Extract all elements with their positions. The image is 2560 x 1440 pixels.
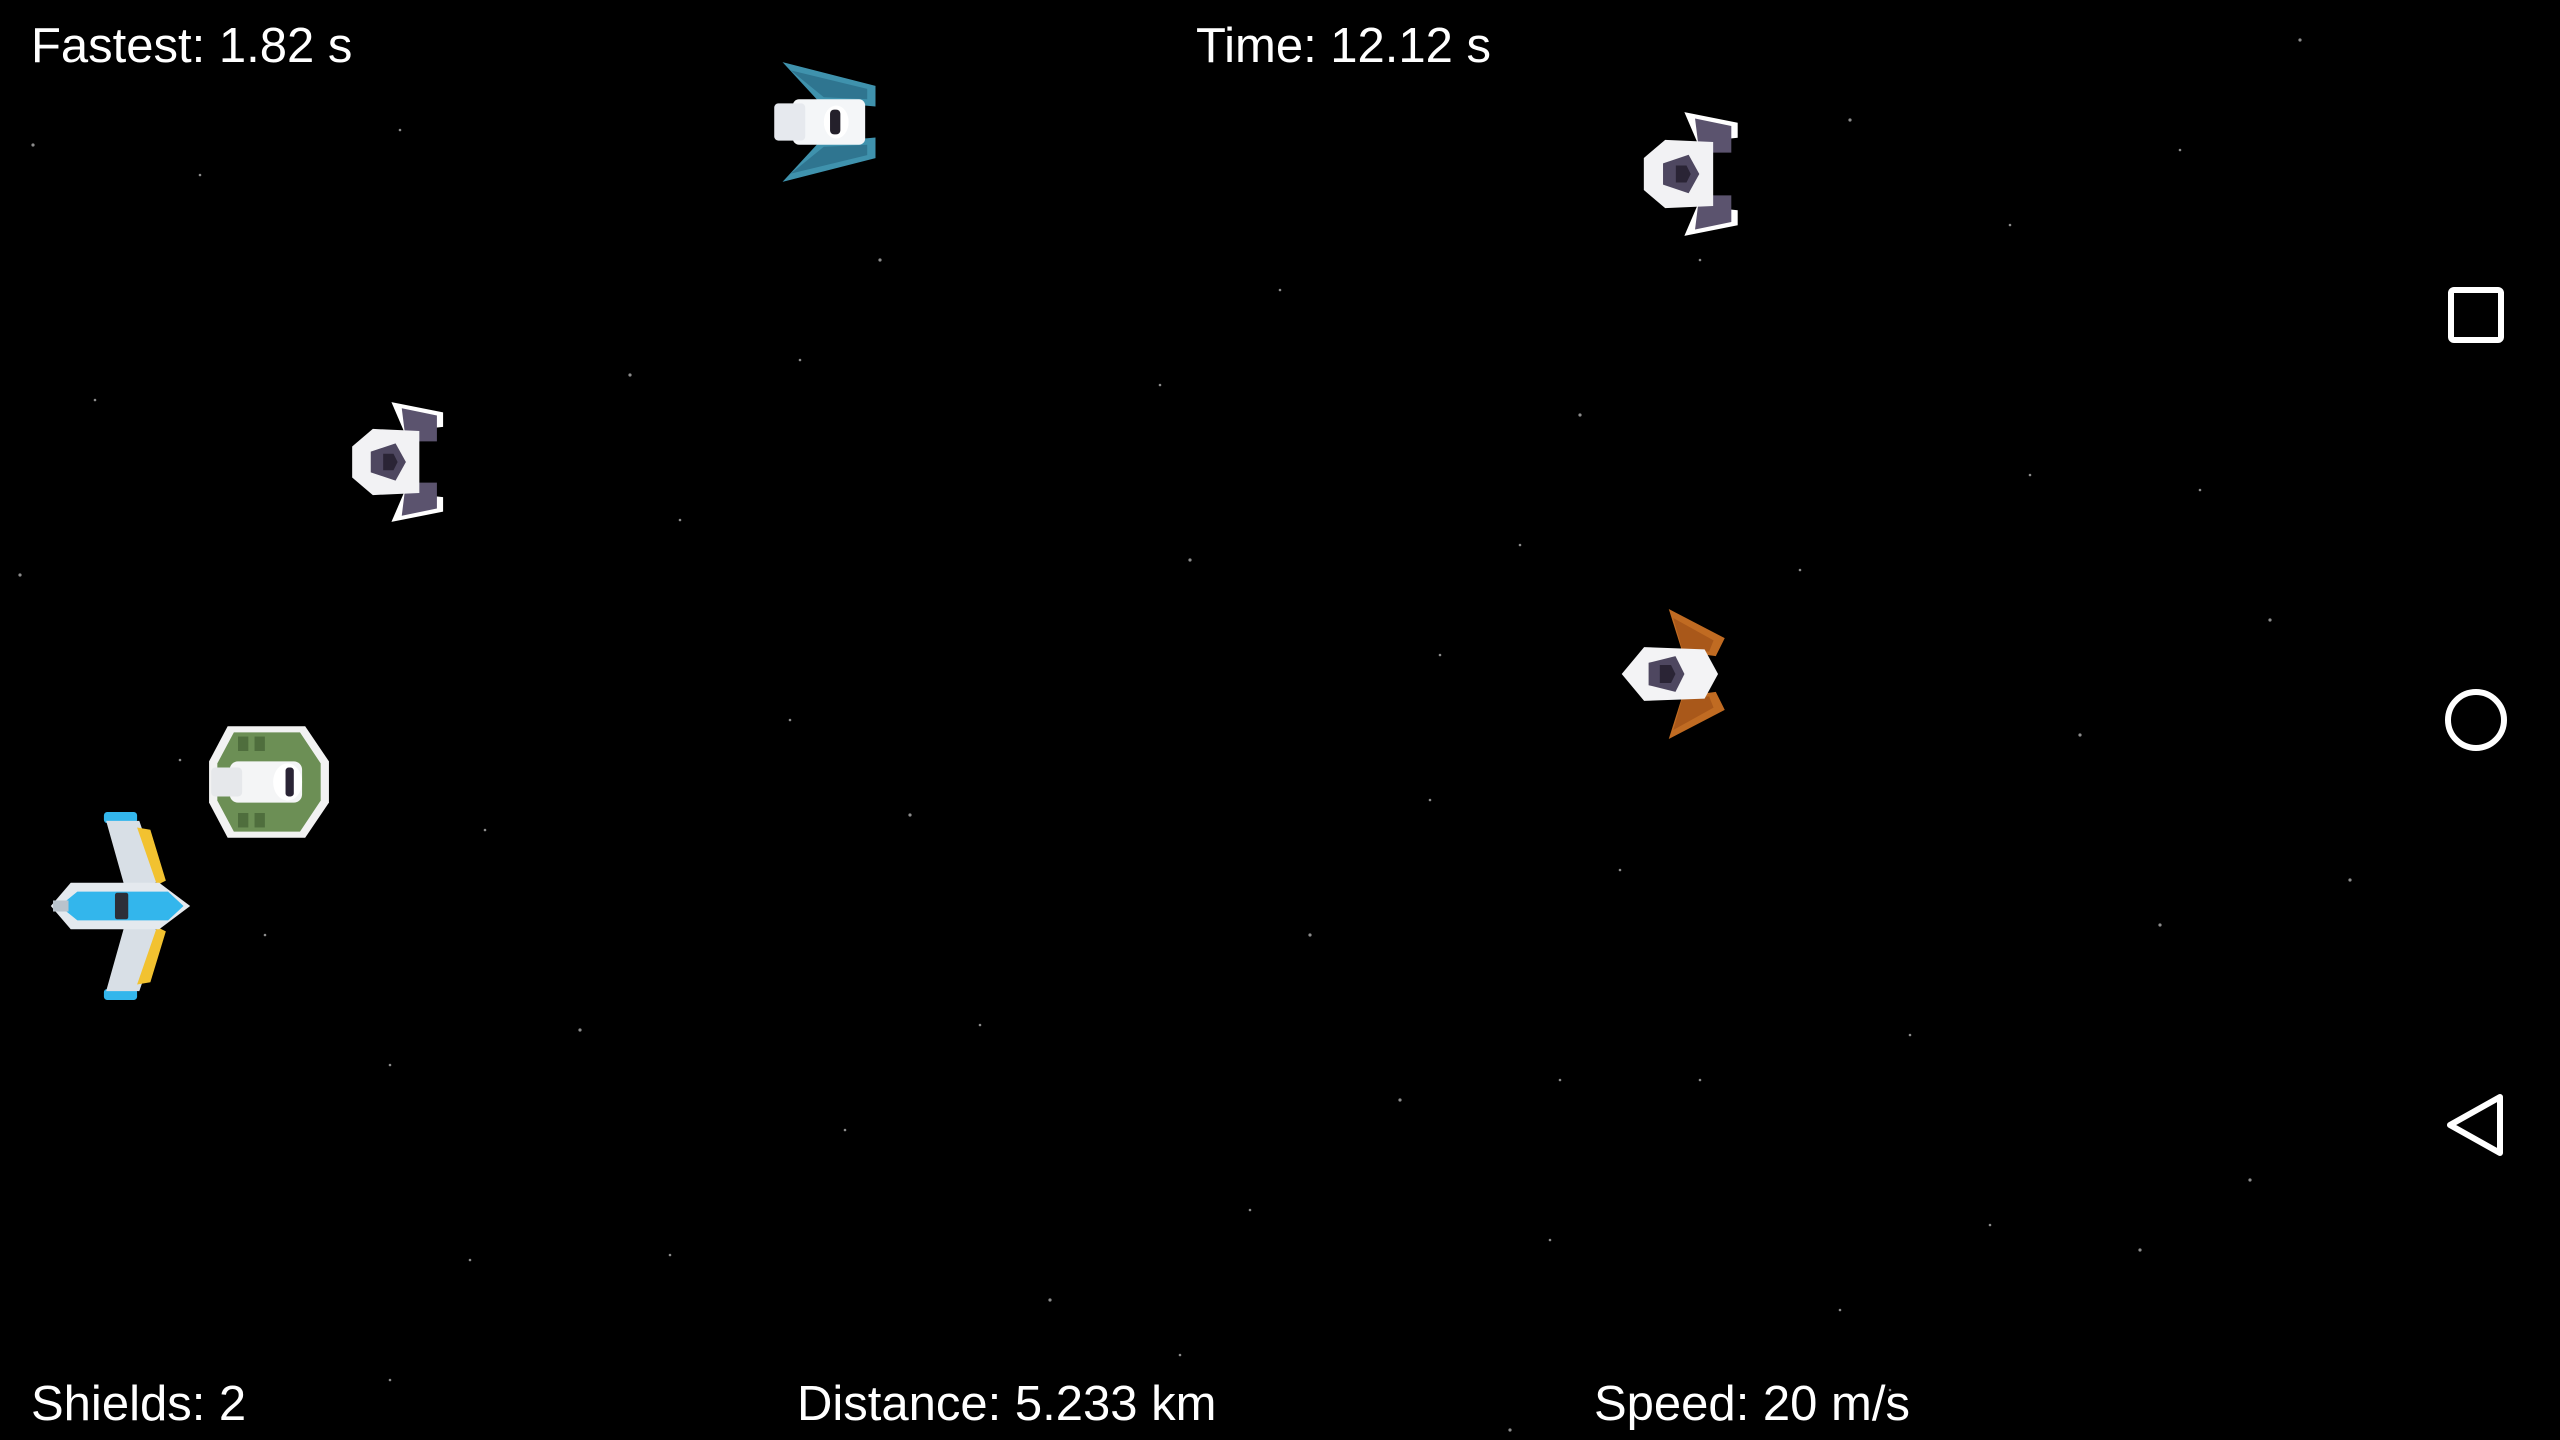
game-screen[interactable]: Fastest: 1.82 s Time: 12.12 s Shields: 2… xyxy=(0,0,2560,1440)
enemy-ship-icon xyxy=(1621,609,1725,739)
enemy-ship-icon xyxy=(352,402,444,522)
triangle-back-icon[interactable] xyxy=(2436,1085,2516,1165)
elapsed-time-label: Time: 12.12 s xyxy=(1196,19,1492,73)
enemy-ship-icon xyxy=(774,62,876,182)
square-icon[interactable] xyxy=(2436,275,2516,355)
enemy-ship-icon xyxy=(1643,112,1738,236)
fastest-time-label: Fastest: 1.82 s xyxy=(31,19,353,73)
circle-icon[interactable] xyxy=(2436,680,2516,760)
starfield xyxy=(18,38,2352,1432)
speed-label: Speed: 20 m/s xyxy=(1594,1377,1910,1431)
distance-label: Distance: 5.233 km xyxy=(797,1377,1217,1431)
player-ship-icon xyxy=(50,812,191,1000)
enemy-ship-icon xyxy=(209,726,329,838)
shields-label: Shields: 2 xyxy=(31,1377,247,1431)
